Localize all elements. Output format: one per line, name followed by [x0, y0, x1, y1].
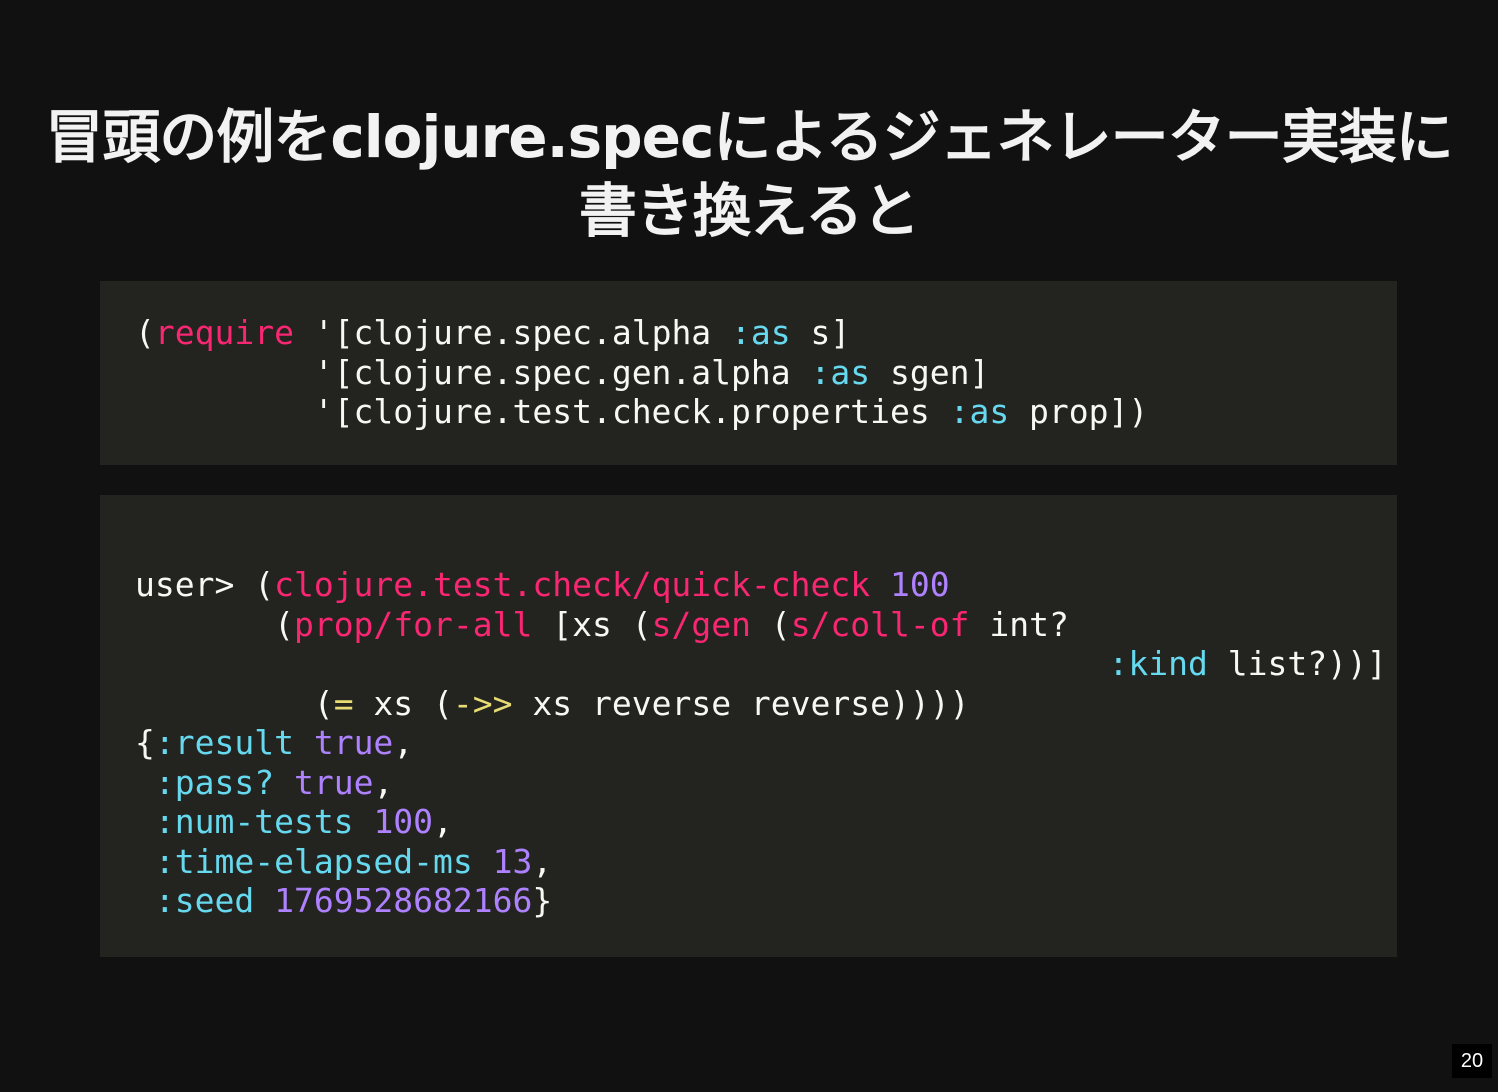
- slide-title: 冒頭の例をclojure.specによるジェネレーター実装に 書き換えると: [0, 100, 1498, 248]
- code-token-num: true: [293, 762, 374, 802]
- code-line: :seed 1769528682166}: [135, 881, 552, 920]
- code-token-num: true: [313, 723, 394, 762]
- code-token-plain: int?: [969, 604, 1069, 644]
- code-token-kw: :as: [949, 392, 1010, 431]
- code-token-plain: ,: [532, 841, 553, 881]
- code-token-kw: :as: [810, 352, 871, 392]
- code-token-plain: {: [135, 723, 155, 762]
- code-token-fn: require: [154, 313, 294, 352]
- code-token-fn: s/gen: [651, 604, 751, 644]
- code-line: {:result true,: [135, 723, 413, 762]
- code-token-plain: s]: [790, 313, 851, 352]
- code-line: :pass? true,: [135, 763, 393, 802]
- code-line: user> (clojure.test.check/quick-check 10…: [135, 565, 950, 604]
- code-line: :time-elapsed-ms 13,: [135, 842, 552, 881]
- code-token-plain: user> (: [135, 565, 275, 604]
- slide-title-line-1: 冒頭の例をclojure.specによるジェネレーター実装に: [45, 103, 1453, 171]
- code-token-kw: :kind: [1108, 644, 1208, 683]
- code-token-num: 13: [492, 841, 533, 881]
- code-token-plain: '[clojure.spec.alpha: [293, 313, 732, 352]
- code-token-kw: :seed: [154, 881, 255, 920]
- code-token-kw: :pass?: [154, 762, 275, 802]
- code-line: (require '[clojure.spec.alpha :as s]: [135, 313, 850, 352]
- code-token-plain: [xs (: [532, 604, 652, 644]
- code-token-plain: '[clojure.spec.gen.alpha: [135, 352, 811, 392]
- code-token-plain: xs reverse reverse)))): [512, 683, 970, 723]
- code-line: (prop/for-all [xs (s/gen (s/coll-of int?: [135, 605, 1069, 644]
- code-line: '[clojure.spec.gen.alpha :as sgen]: [135, 352, 990, 392]
- code-block-require: (require '[clojure.spec.alpha :as s] '[c…: [100, 281, 1397, 465]
- code-block-repl: user> (clojure.test.check/quick-check 10…: [100, 495, 1397, 957]
- code-token-plain: ,: [393, 723, 414, 762]
- code-line: (= xs (->> xs reverse reverse)))): [135, 683, 970, 723]
- code-token-plain: (: [135, 313, 155, 352]
- code-token-num: 100: [889, 565, 950, 604]
- code-token-fn: s/coll-of: [790, 604, 970, 644]
- code-token-kw: :result: [154, 723, 294, 762]
- code-token-kw: :num-tests: [154, 802, 354, 841]
- code-token-plain: (: [135, 683, 334, 723]
- code-require-listing: (require '[clojure.spec.alpha :as s] '[c…: [135, 313, 1148, 432]
- code-token-fn: prop/for-all: [293, 604, 533, 644]
- code-token-plain: '[clojure.test.check.properties: [135, 392, 950, 431]
- code-token-plain: (: [135, 604, 294, 644]
- code-line: '[clojure.test.check.properties :as prop…: [135, 392, 1148, 431]
- code-token-op: ->>: [452, 683, 513, 723]
- code-token-plain: ,: [373, 762, 394, 802]
- code-token-plain: ,: [433, 802, 453, 841]
- code-repl-listing: user> (clojure.test.check/quick-check 10…: [135, 565, 1387, 921]
- code-token-kw: :as: [731, 313, 791, 352]
- code-line: :kind list?))]: [135, 644, 1387, 683]
- code-token-op: =: [333, 683, 354, 723]
- slide-title-line-2: 書き換えると: [578, 177, 920, 245]
- code-token-plain: prop]): [1009, 392, 1149, 431]
- code-token-num: 100: [373, 802, 434, 841]
- code-token-plain: }: [532, 881, 553, 920]
- code-token-plain: xs (: [353, 683, 453, 723]
- code-token-fn: clojure.test.check/quick-check: [274, 565, 871, 604]
- page-number: 20: [1452, 1044, 1492, 1078]
- code-line: :num-tests 100,: [135, 802, 453, 841]
- code-token-num: 1769528682166: [274, 881, 533, 920]
- code-token-plain: (: [750, 604, 791, 644]
- code-token-plain: list?))]: [1207, 644, 1387, 683]
- code-token-plain: sgen]: [870, 352, 990, 392]
- code-token-kw: :time-elapsed-ms: [154, 841, 473, 881]
